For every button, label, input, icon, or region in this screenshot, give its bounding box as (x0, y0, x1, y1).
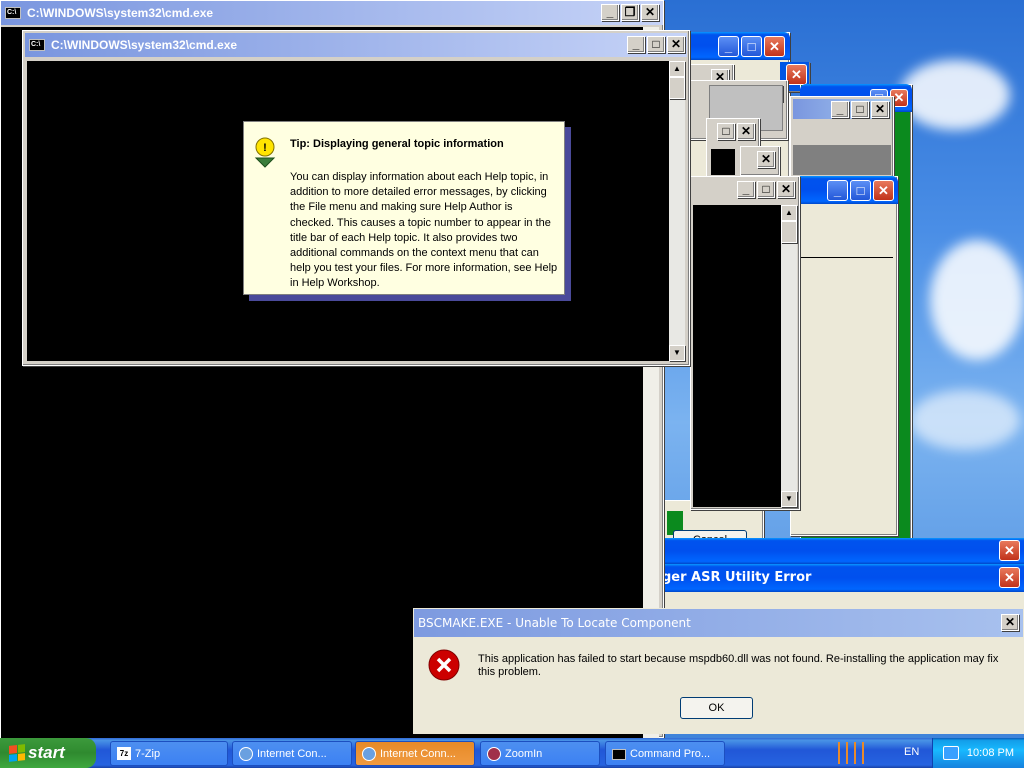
taskbar-item-internet-connection-2[interactable]: Internet Conn... (355, 741, 475, 766)
minimize-icon[interactable]: _ (827, 180, 848, 201)
taskbar-item-command-prompt[interactable]: Command Pro... (605, 741, 725, 766)
network-tray-icon[interactable] (943, 746, 959, 760)
start-button[interactable]: start (0, 738, 96, 768)
desktop-cloud (900, 60, 1010, 130)
network-icon (362, 747, 376, 761)
dialog-title: BSCMAKE.EXE - Unable To Locate Component (418, 616, 691, 630)
error-message: This application has failed to start bec… (478, 653, 999, 678)
close-icon[interactable]: ✕ (999, 567, 1020, 588)
close-icon[interactable]: ✕ (667, 36, 685, 53)
maximize-icon[interactable]: □ (647, 36, 665, 53)
zoom-icon (487, 747, 501, 761)
asr-error-title: ger ASR Utility Error (662, 570, 812, 585)
lightbulb-icon: ! (254, 137, 276, 168)
scroll-down-icon[interactable]: ▼ (781, 491, 797, 507)
window-title: C:\WINDOWS\system32\cmd.exe (51, 38, 238, 52)
taskbar-item-label: ZoomIn (505, 747, 543, 760)
close-icon[interactable]: ✕ (777, 181, 795, 198)
taskbar-item-label: Command Pro... (630, 747, 711, 760)
close-icon[interactable]: ✕ (871, 101, 889, 118)
desktop-cloud (910, 390, 1020, 450)
scroll-thumb[interactable] (781, 221, 797, 243)
start-label: start (28, 743, 65, 762)
maximize-icon[interactable]: □ (850, 180, 871, 201)
tip-title: Tip: Displaying general topic informatio… (290, 138, 504, 150)
window-title: C:\WINDOWS\system32\cmd.exe (27, 6, 214, 20)
vertical-scrollbar[interactable]: ▲ ▼ (781, 205, 797, 507)
minimize-icon[interactable]: _ (601, 4, 619, 21)
ok-button[interactable]: OK (680, 697, 753, 719)
maximize-icon[interactable]: □ (717, 123, 735, 140)
close-icon[interactable]: ✕ (757, 151, 775, 168)
cmd-window-middle: _ □ ✕ ▲ ▼ (690, 176, 800, 510)
svg-text:!: ! (263, 142, 267, 154)
close-icon[interactable]: ✕ (873, 180, 894, 201)
7zip-icon: 7z (117, 747, 131, 760)
error-dialog-titlebar: BSCMAKE.EXE - Unable To Locate Component (414, 609, 1023, 637)
vertical-scrollbar[interactable]: ▲ ▼ (669, 61, 685, 361)
taskbar-item-label: Internet Con... (257, 747, 327, 760)
close-icon[interactable]: ✕ (786, 64, 807, 85)
asr-error-titlebar: ger ASR Utility Error ✕ (662, 564, 1024, 592)
network-icon (239, 747, 253, 761)
error-icon (428, 649, 460, 681)
close-icon[interactable]: ✕ (1001, 614, 1019, 631)
clock[interactable]: 10:08 PM (967, 747, 1014, 759)
minimize-icon[interactable]: _ (831, 101, 849, 118)
close-icon[interactable]: ✕ (999, 540, 1020, 561)
system-tray: 10:08 PM (932, 738, 1024, 768)
taskbar-item-7zip[interactable]: 7z 7-Zip (110, 741, 228, 766)
scroll-thumb[interactable] (669, 77, 685, 99)
taskbar-item-zoomin[interactable]: ZoomIn (480, 741, 600, 766)
minimize-icon[interactable]: _ (627, 36, 645, 53)
scroll-up-icon[interactable]: ▲ (669, 61, 685, 77)
windows-logo-icon (9, 744, 25, 762)
close-icon[interactable]: ✕ (737, 123, 755, 140)
minimize-icon[interactable]: _ (718, 36, 739, 57)
cmd-icon: C:\ (29, 39, 45, 51)
taskbar-item-internet-connection-1[interactable]: Internet Con... (232, 741, 352, 766)
taskbar-item-label: Internet Conn... (380, 747, 456, 760)
minimize-icon[interactable]: _ (737, 181, 755, 198)
asr-window-titlebar: ✕ (662, 538, 1024, 564)
taskbar-item-label: 7-Zip (135, 747, 161, 760)
background-window: ✕ (740, 146, 780, 176)
cmd-icon (612, 749, 626, 760)
language-indicator[interactable]: EN (904, 746, 919, 758)
close-icon[interactable]: ✕ (641, 4, 659, 21)
scroll-down-icon[interactable]: ▼ (669, 345, 685, 361)
tip-popup: ! Tip: Displaying general topic informat… (243, 121, 565, 295)
maximize-icon[interactable]: □ (741, 36, 762, 57)
taskbar-toolbar-separators (838, 742, 888, 764)
close-icon[interactable]: ✕ (764, 36, 785, 57)
tip-body: You can display information about each H… (290, 171, 558, 290)
cmd-icon: C:\ (5, 7, 21, 19)
restore-icon[interactable]: ❐ (621, 4, 639, 21)
background-window: _ □ ✕ (790, 176, 898, 536)
scroll-up-icon[interactable]: ▲ (781, 205, 797, 221)
maximize-icon[interactable]: □ (851, 101, 869, 118)
maximize-icon[interactable]: □ (757, 181, 775, 198)
desktop-cloud (930, 240, 1024, 360)
